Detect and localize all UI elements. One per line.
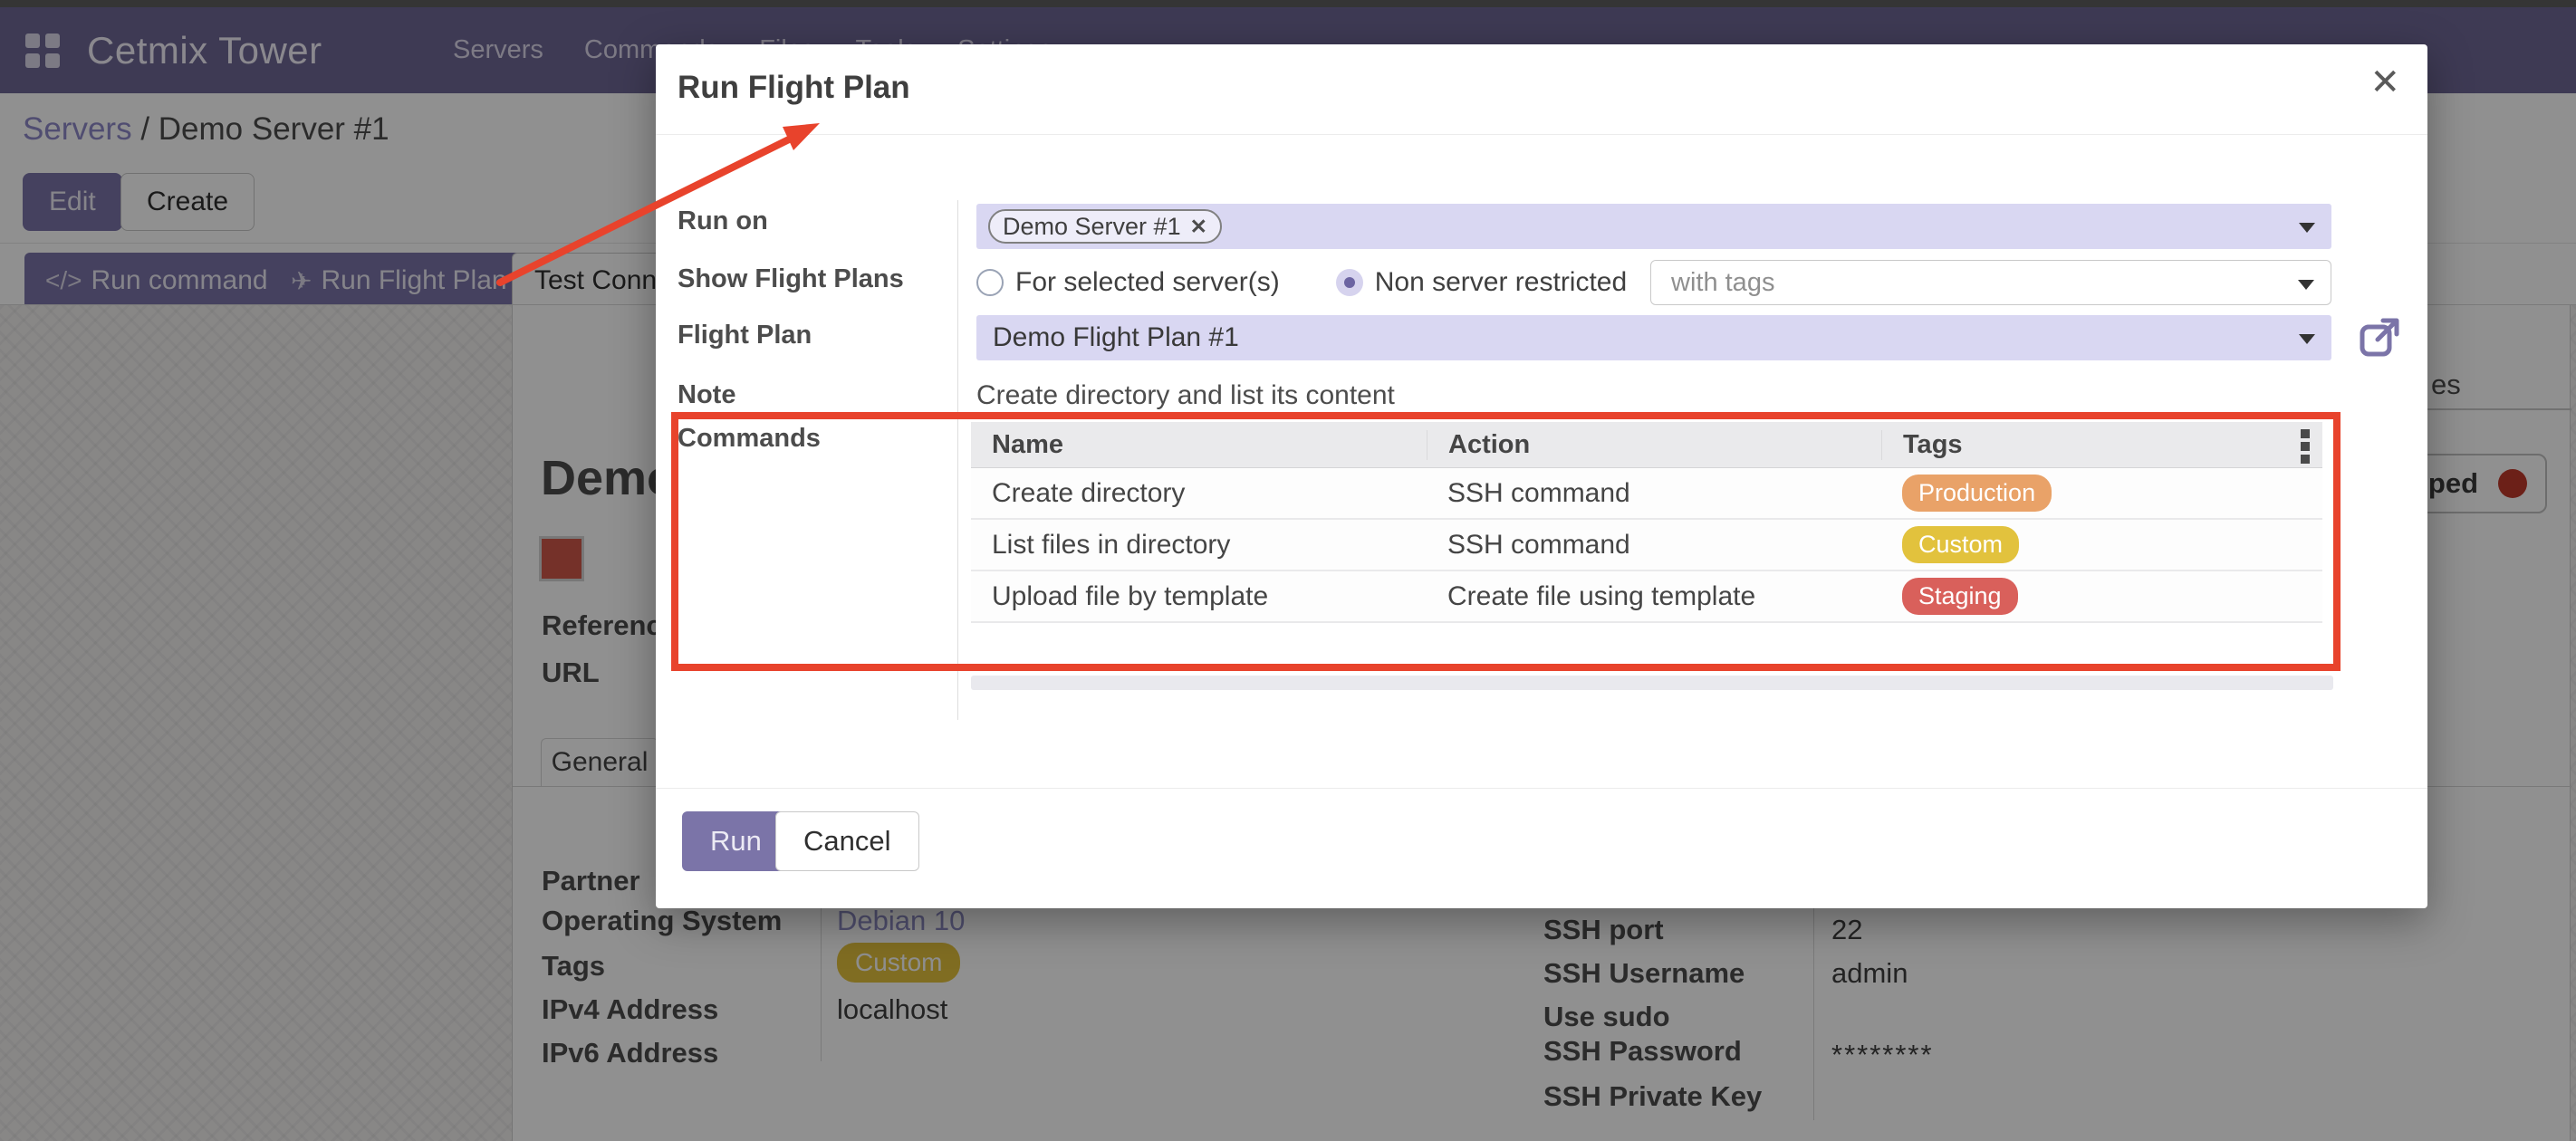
- tag-badge-custom: Custom: [1902, 526, 2019, 563]
- table-row[interactable]: Create directory SSH command Production: [971, 468, 2322, 520]
- chevron-down-icon[interactable]: [2299, 223, 2315, 233]
- show-flight-plans-label: Show Flight Plans: [678, 264, 904, 294]
- chevron-down-icon[interactable]: [2298, 280, 2314, 290]
- screen: Cetmix Tower Servers Commands Files Tool…: [0, 0, 2576, 1141]
- radio-selected-servers[interactable]: [976, 269, 1004, 296]
- tag-badge-staging: Staging: [1902, 578, 2018, 615]
- column-header-name[interactable]: Name: [971, 430, 1427, 460]
- tag-remove-icon[interactable]: ✕: [1190, 215, 1207, 239]
- commands-table-header: Name Action Tags: [971, 422, 2322, 468]
- tag-badge-production: Production: [1902, 475, 2052, 512]
- flight-plan-label: Flight Plan: [678, 321, 812, 350]
- table-row[interactable]: Upload file by template Create file usin…: [971, 571, 2322, 623]
- note-value: Create directory and list its content: [976, 380, 1395, 411]
- radio-non-server-restricted-label[interactable]: Non server restricted: [1375, 267, 1627, 298]
- flight-plan-select[interactable]: Demo Flight Plan #1: [976, 315, 2331, 360]
- commands-label: Commands: [678, 424, 821, 454]
- cancel-button[interactable]: Cancel: [775, 811, 919, 871]
- radio-selected-servers-label[interactable]: For selected server(s): [1015, 267, 1280, 298]
- column-header-tags[interactable]: Tags: [1881, 430, 2322, 460]
- modal-header-divider: [656, 134, 2427, 135]
- server-tag-pill[interactable]: Demo Server #1 ✕: [988, 209, 1222, 244]
- run-on-select[interactable]: Demo Server #1 ✕: [976, 204, 2331, 249]
- with-tags-placeholder: with tags: [1671, 268, 1774, 298]
- note-label: Note: [678, 380, 735, 410]
- flight-plan-filter-radios: For selected server(s) Non server restri…: [976, 264, 1627, 301]
- modal-title: Run Flight Plan: [678, 70, 910, 106]
- external-link-icon[interactable]: [2360, 316, 2401, 358]
- table-row[interactable]: List files in directory SSH command Cust…: [971, 520, 2322, 571]
- optional-columns-icon[interactable]: [2301, 429, 2310, 464]
- modal-footer-divider: [656, 788, 2427, 789]
- commands-table: Name Action Tags Create directory SSH co…: [971, 422, 2322, 623]
- radio-non-server-restricted[interactable]: [1336, 269, 1363, 296]
- form-group-divider: [957, 200, 958, 720]
- close-icon[interactable]: ✕: [2369, 64, 2400, 101]
- with-tags-dropdown[interactable]: with tags: [1650, 260, 2331, 305]
- run-button[interactable]: Run: [682, 811, 790, 871]
- run-flight-plan-modal: Run Flight Plan ✕ Run on Demo Server #1 …: [656, 44, 2427, 908]
- horizontal-scrollbar[interactable]: [971, 676, 2333, 690]
- column-header-action[interactable]: Action: [1427, 430, 1881, 460]
- run-on-label: Run on: [678, 206, 768, 236]
- chevron-down-icon[interactable]: [2299, 334, 2315, 344]
